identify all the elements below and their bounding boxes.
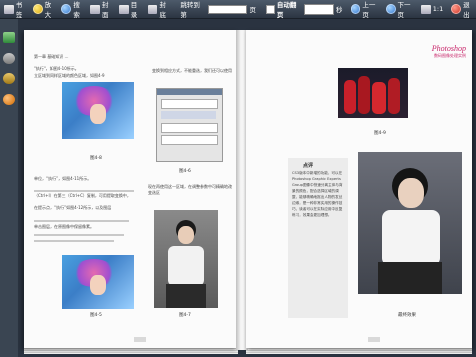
page-number-right	[368, 337, 380, 342]
back-cover-button[interactable]: 封底	[147, 1, 173, 19]
body-text: （Ctrl+I）在第三（Ctrl+C）复制，可用提取变换中，	[34, 193, 131, 198]
photoshop-logo: Photoshop 数码图像处理实例	[431, 44, 466, 58]
auto-flip-control: 自动翻页 秒	[260, 1, 343, 19]
figure-caption: 图4-6	[179, 169, 191, 174]
search-button[interactable]: 搜索	[61, 1, 86, 19]
music-icon[interactable]	[3, 73, 15, 84]
jump-control: 跳转到第 页	[180, 1, 256, 19]
thumbnail-icon[interactable]	[3, 32, 15, 43]
toolbar: 书签 放大 搜索 封面 目录 封底 跳转到第 页 自动翻页 秒 上一页 下一页	[0, 0, 476, 19]
text-line	[34, 220, 129, 222]
figure-caption: 图4-5	[90, 313, 102, 318]
seconds-input[interactable]	[304, 3, 334, 15]
page-number-input[interactable]	[207, 4, 248, 14]
figure-caption: 图4-8	[90, 156, 102, 161]
body-text-heading: 单位，“执行”，如图4-11所示。	[34, 176, 92, 181]
left-page[interactable]: 第一章 基础知识 … "执行"，如图4-10所示。 立区域到同样区域的颜色区域，…	[24, 30, 238, 348]
bookmark-button[interactable]: 书签	[4, 1, 29, 19]
figure-caption: 最终效果	[398, 313, 416, 318]
exit-button[interactable]: 退出	[451, 1, 476, 19]
page-header: 第一章 基础知识 …	[34, 54, 69, 59]
page-stack-left	[24, 348, 238, 354]
search-icon	[61, 4, 72, 14]
woman-portrait-image	[154, 210, 218, 308]
exit-icon	[451, 4, 462, 14]
right-page[interactable]: Photoshop 数码图像处理实例 图4-9 点评 CS3版本中新增的功能，可…	[246, 30, 472, 348]
arrow-right-icon	[385, 4, 396, 14]
toc-icon	[118, 4, 129, 14]
body-text: 单击图层，在原图像中保留像素。	[34, 224, 94, 229]
right-column-text: 变换到相应方式，不能重选，我们还可以使用快捷套	[152, 68, 232, 73]
cover-button[interactable]: 封面	[90, 1, 115, 19]
commentary-box: 点评 CS3版本中新增的功能，可以在Photoshop Graphic Expe…	[288, 158, 348, 318]
group-photo-image	[338, 68, 408, 118]
side-panel	[0, 19, 18, 357]
toc-button[interactable]: 目录	[118, 1, 144, 19]
text-line	[34, 240, 114, 242]
page-stack-right	[246, 348, 472, 354]
bookmark-icon	[4, 4, 14, 14]
layers-panel-screenshot	[156, 88, 223, 162]
figure-caption: 图4-7	[179, 313, 191, 318]
right-column-text: 现在再使用这一区域，在调整参数中可精确地改变选区	[148, 184, 232, 195]
figure-caption: 图4-9	[374, 131, 386, 136]
auto-flip-checkbox[interactable]	[265, 4, 275, 14]
book-viewer: 第一章 基础知识 … "执行"，如图4-10所示。 立区域到同样区域的颜色区域，…	[20, 30, 472, 356]
hair-portrait-image	[62, 255, 134, 309]
hair-portrait-image	[62, 82, 134, 139]
text-line	[34, 190, 134, 192]
zoom-in-button[interactable]: 放大	[32, 1, 58, 19]
settings-icon[interactable]	[3, 53, 15, 64]
info-icon[interactable]	[3, 94, 15, 105]
final-portrait-image	[358, 152, 462, 294]
text-line	[34, 234, 124, 236]
arrow-left-icon	[350, 4, 361, 14]
intro-text: "执行"，如图4-10所示。	[34, 66, 79, 71]
zoom-in-icon	[32, 4, 43, 14]
cover-icon	[90, 4, 101, 14]
back-cover-icon	[147, 4, 158, 14]
actual-size-icon	[420, 4, 431, 14]
page-number-left	[134, 337, 146, 342]
body-text: 在提示点，“执行”如图4-12所示，以及图层	[34, 205, 112, 210]
next-page-button[interactable]: 下一页	[385, 1, 417, 19]
intro-text-2: 立区域到同样区域的颜色区域，如图4-9	[34, 73, 105, 78]
actual-size-button[interactable]: 1:1	[420, 2, 443, 16]
prev-page-button[interactable]: 上一页	[350, 1, 382, 19]
